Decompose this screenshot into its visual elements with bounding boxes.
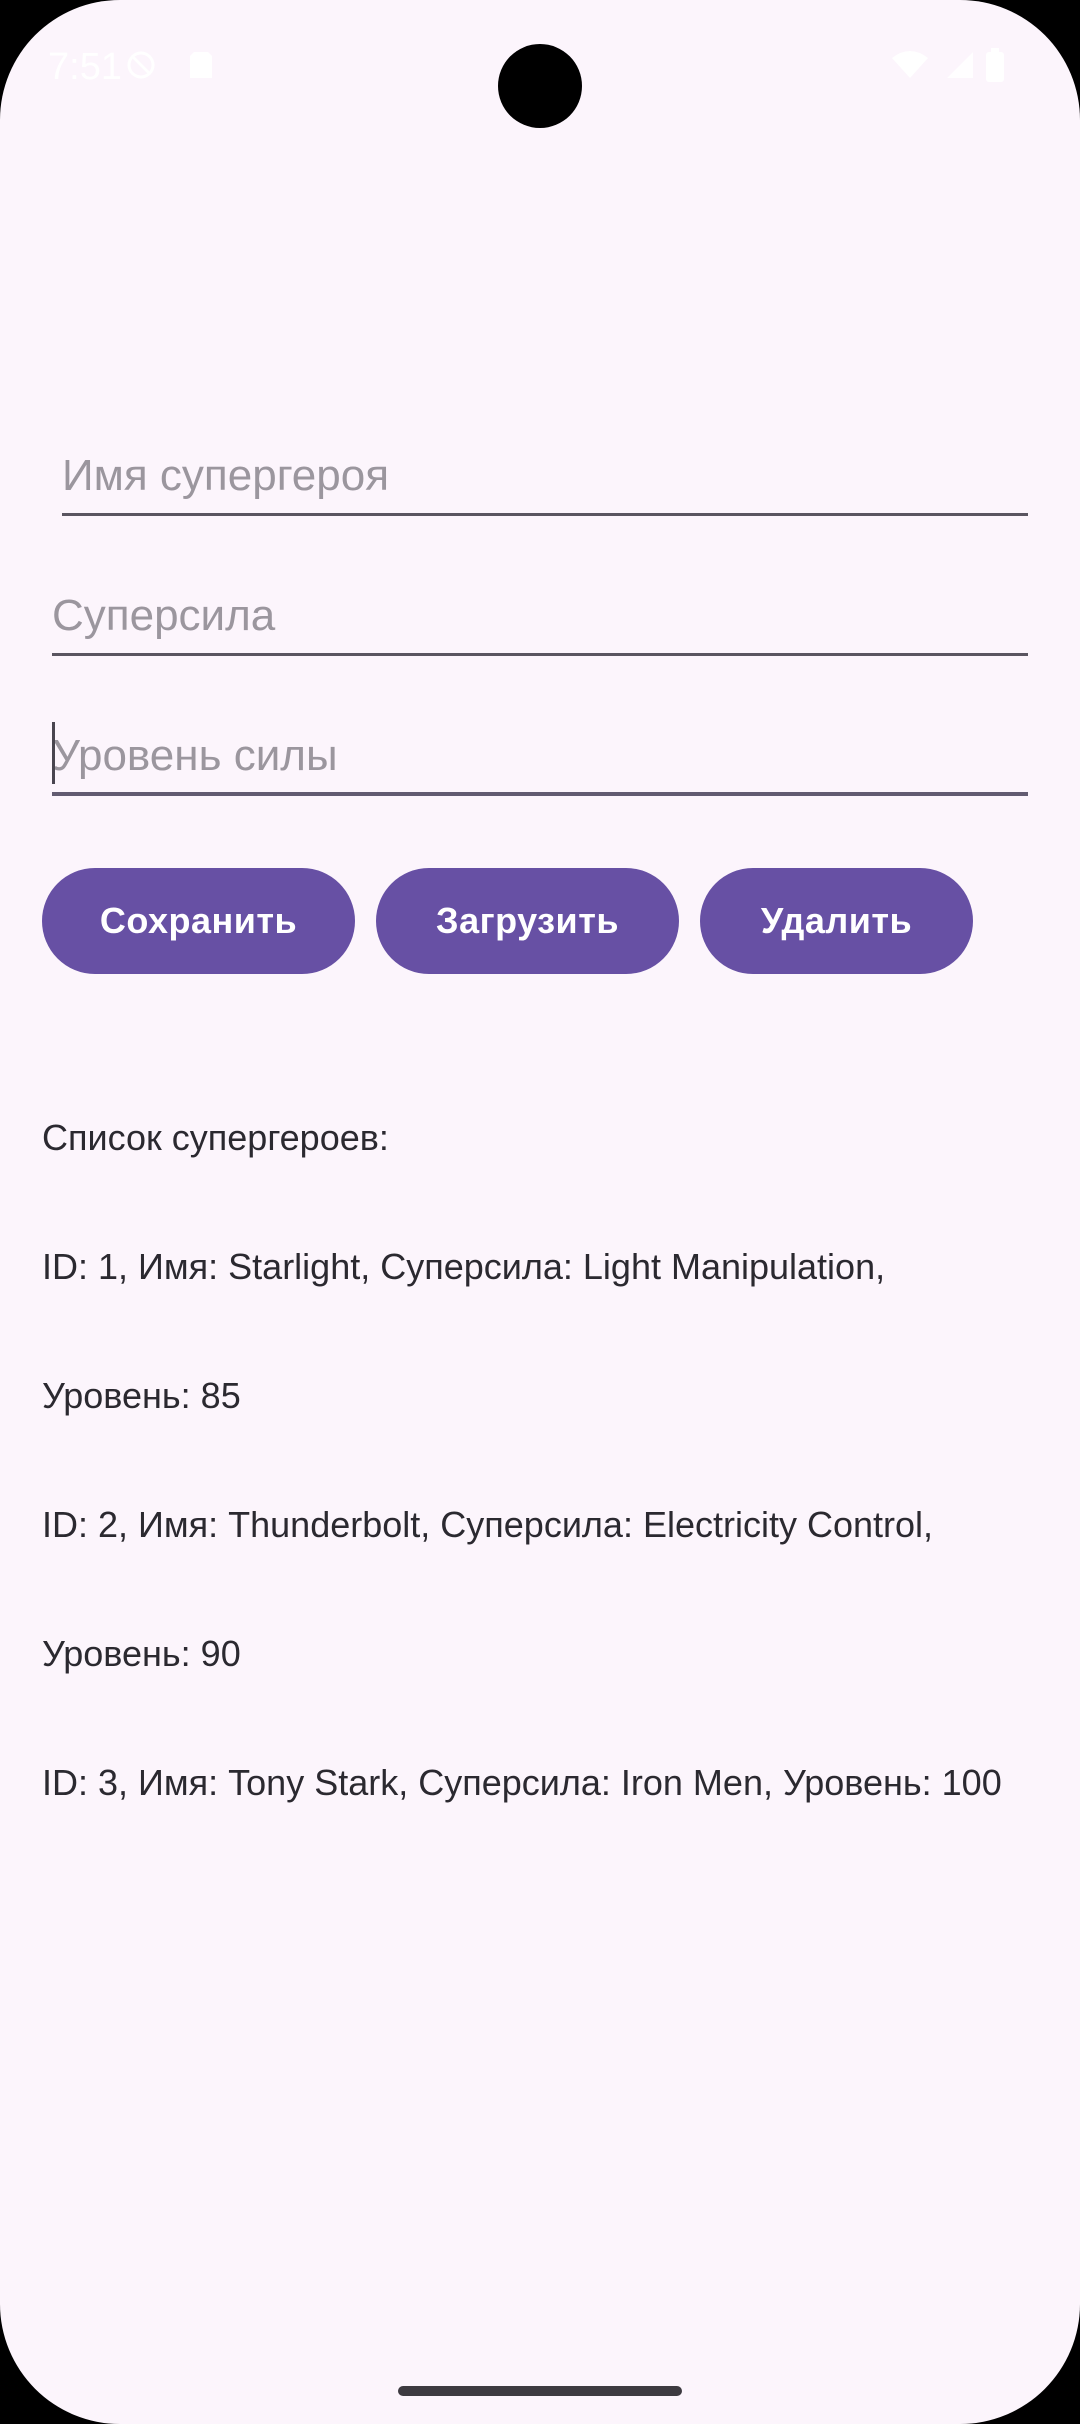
delete-button[interactable]: Удалить bbox=[700, 868, 973, 974]
list-item: Уровень: 85 bbox=[42, 1375, 241, 1416]
sim-card-icon bbox=[186, 50, 216, 80]
superpower-underline bbox=[52, 653, 1028, 656]
list-item: ID: 2, Имя: Thunderbolt, Суперсила: Elec… bbox=[42, 1504, 934, 1545]
list-item: ID: 3, Имя: Tony Stark, Суперсила: Iron … bbox=[42, 1762, 1002, 1803]
power-level-field[interactable] bbox=[52, 716, 1028, 796]
heroes-list: Список супергероев: ID: 1, Имя: Starligh… bbox=[42, 1030, 1042, 1890]
hero-name-underline bbox=[62, 513, 1028, 516]
list-item: ID: 1, Имя: Starlight, Суперсила: Light … bbox=[42, 1246, 886, 1287]
save-button[interactable]: Сохранить bbox=[42, 868, 355, 974]
power-level-input[interactable] bbox=[52, 716, 1028, 796]
status-time: 7:51 bbox=[48, 46, 122, 88]
list-item: Уровень: 90 bbox=[42, 1633, 241, 1674]
superpower-field[interactable] bbox=[52, 576, 1028, 656]
text-cursor bbox=[52, 722, 55, 784]
load-button[interactable]: Загрузить bbox=[376, 868, 679, 974]
navigation-handle[interactable] bbox=[398, 2386, 682, 2396]
signal-icon bbox=[942, 50, 976, 80]
wifi-icon bbox=[890, 50, 930, 80]
app-screen: 7:51 Сохранить Загрузить Удалить Спис bbox=[0, 0, 1080, 2424]
superpower-input[interactable] bbox=[52, 576, 1028, 656]
heroes-heading: Список супергероев: bbox=[42, 1117, 389, 1158]
camera-cutout bbox=[498, 44, 582, 128]
do-not-disturb-icon bbox=[126, 50, 156, 80]
power-level-underline bbox=[52, 792, 1028, 796]
hero-name-field[interactable] bbox=[62, 436, 1028, 516]
hero-name-input[interactable] bbox=[62, 436, 1028, 516]
battery-icon bbox=[984, 48, 1006, 82]
